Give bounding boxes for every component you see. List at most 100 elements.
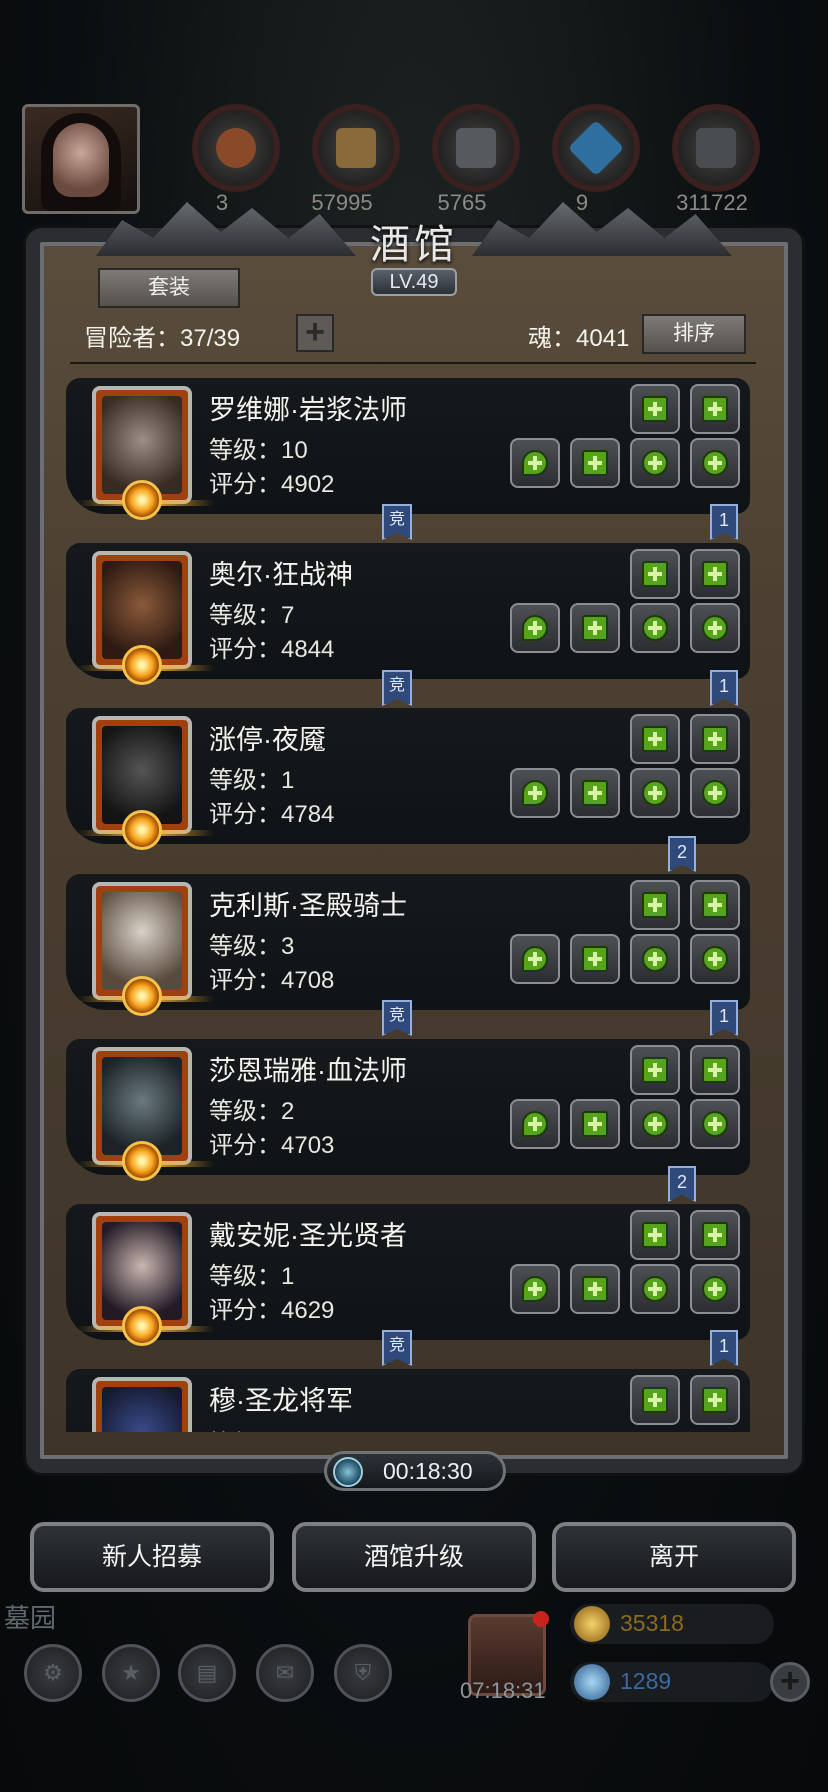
gold-coin-icon xyxy=(574,1606,610,1642)
weapon-slot-plus-icon[interactable] xyxy=(510,934,560,984)
hero-score: 评分：4902 xyxy=(209,471,335,498)
rank-tag: 1 xyxy=(710,504,738,540)
divider xyxy=(70,362,756,364)
hero-name: 穆·圣龙将军 xyxy=(209,1386,353,1416)
suit-button[interactable]: 套装 xyxy=(98,268,240,308)
hero-card[interactable]: 克利斯·圣殿骑士 等级：3 评分：4708 xyxy=(66,874,750,1016)
hero-score: 评分：4708 xyxy=(209,967,335,994)
armor-slot-plus-icon[interactable] xyxy=(570,768,620,818)
gold-counter: 35318 xyxy=(570,1604,774,1644)
ring-slot-plus-icon[interactable] xyxy=(630,1099,680,1149)
arena-tag: 竞 xyxy=(382,670,412,706)
hero-card[interactable]: 奥尔·狂战神 等级：7 评分：4844 xyxy=(66,543,750,685)
weapon-slot-plus-icon[interactable] xyxy=(510,1264,560,1314)
ring-slot-plus-icon[interactable] xyxy=(690,1264,740,1314)
hero-list[interactable]: 罗维娜·岩浆法师 等级：10 评分：4902 竞 1 奥尔·狂战神 等级：7 评… xyxy=(66,378,752,1432)
ring-slot-plus-icon[interactable] xyxy=(690,438,740,488)
armor-slot-plus-icon[interactable] xyxy=(570,1099,620,1149)
weapon-slot-plus-icon[interactable] xyxy=(510,768,560,818)
ring-slot-plus-icon[interactable] xyxy=(690,603,740,653)
meat-resource-icon[interactable] xyxy=(192,104,280,192)
equip-slot-plus-icon[interactable] xyxy=(630,384,680,434)
armor-slot-plus-icon[interactable] xyxy=(570,603,620,653)
hero-name: 戴安妮·圣光贤者 xyxy=(209,1221,407,1251)
hero-card[interactable]: 罗维娜·岩浆法师 等级：10 评分：4902 xyxy=(66,378,750,520)
hero-avatar[interactable] xyxy=(78,882,214,1016)
ring-slot-plus-icon[interactable] xyxy=(630,1264,680,1314)
equip-slot-plus-icon[interactable] xyxy=(630,714,680,764)
arena-tag: 竞 xyxy=(382,504,412,540)
hero-level: 等级：1 xyxy=(209,767,295,794)
portrait-face xyxy=(53,123,109,197)
equip-slot-plus-icon[interactable] xyxy=(690,549,740,599)
rank-tag: 1 xyxy=(710,670,738,706)
leave-button[interactable]: 离开 xyxy=(552,1522,796,1592)
weapon-slot-plus-icon[interactable] xyxy=(510,1099,560,1149)
upgrade-tavern-button[interactable]: 酒馆升级 xyxy=(292,1522,536,1592)
hero-card[interactable]: 涨停·夜魇 等级：1 评分：4784 xyxy=(66,708,750,850)
player-portrait[interactable] xyxy=(22,104,140,214)
hero-card[interactable]: 莎恩瑞雅·血法师 等级：2 评分：4703 xyxy=(66,1039,750,1181)
hero-score: 评分：4629 xyxy=(209,1297,335,1324)
refresh-timer: 00:18:30 xyxy=(324,1451,506,1491)
equip-slot-plus-icon[interactable] xyxy=(690,384,740,434)
hero-avatar[interactable] xyxy=(78,1212,214,1346)
ring-slot-plus-icon[interactable] xyxy=(630,768,680,818)
ring-slot-plus-icon[interactable] xyxy=(630,603,680,653)
hero-score: 评分：4844 xyxy=(209,636,335,663)
iron-resource-icon[interactable] xyxy=(432,104,520,192)
equip-slot-plus-icon[interactable] xyxy=(630,1045,680,1095)
settings-gear-icon[interactable]: ⚙ xyxy=(24,1644,82,1702)
equip-slot-plus-icon[interactable] xyxy=(690,714,740,764)
ring-slot-plus-icon[interactable] xyxy=(690,934,740,984)
ring-slot-plus-icon[interactable] xyxy=(630,438,680,488)
ore-resource-icon[interactable] xyxy=(672,104,760,192)
star-emblem-icon xyxy=(122,1141,162,1181)
adventurer-count: 冒险者：37/39 xyxy=(84,325,241,352)
add-adventurer-slot-button[interactable]: + xyxy=(296,314,334,352)
hero-card[interactable]: 戴安妮·圣光贤者 等级：1 评分：4629 xyxy=(66,1204,750,1346)
hero-avatar[interactable] xyxy=(78,551,214,685)
hero-level: 等级：1 xyxy=(209,1263,295,1290)
wood-resource-icon[interactable] xyxy=(312,104,400,192)
armor-slot-plus-icon[interactable] xyxy=(570,934,620,984)
game-screen: 3 57995 5765 9 311722 酒馆 LV.49 套装 冒险者：37… xyxy=(0,0,828,1792)
equip-slot-plus-icon[interactable] xyxy=(630,1210,680,1260)
hero-name: 罗维娜·岩浆法师 xyxy=(209,395,407,425)
star-menu-icon[interactable]: ★ xyxy=(102,1644,160,1702)
armor-slot-plus-icon[interactable] xyxy=(570,1264,620,1314)
soul-count: 魂：4041 xyxy=(528,325,630,352)
shop-icon[interactable]: ⛨ xyxy=(334,1644,392,1702)
timer-value: 00:18:30 xyxy=(383,1458,473,1484)
recruit-button[interactable]: 新人招募 xyxy=(30,1522,274,1592)
equip-slot-plus-icon[interactable] xyxy=(690,1045,740,1095)
crystal-resource-icon[interactable] xyxy=(552,104,640,192)
ring-slot-plus-icon[interactable] xyxy=(690,1099,740,1149)
notification-dot xyxy=(533,1611,549,1627)
equip-slot-plus-icon[interactable] xyxy=(630,880,680,930)
hero-level: 等级：10 xyxy=(209,437,308,464)
equip-slot-plus-icon[interactable] xyxy=(630,1375,680,1425)
equip-slot-plus-icon[interactable] xyxy=(690,880,740,930)
equip-slot-plus-icon[interactable] xyxy=(630,549,680,599)
star-emblem-icon xyxy=(122,810,162,850)
hero-avatar[interactable] xyxy=(78,386,214,520)
ring-slot-plus-icon[interactable] xyxy=(690,768,740,818)
add-currency-button[interactable]: + xyxy=(770,1662,810,1702)
clock-icon xyxy=(333,1457,363,1487)
sort-button[interactable]: 排序 xyxy=(642,314,746,354)
equip-slot-plus-icon[interactable] xyxy=(690,1375,740,1425)
equip-slot-plus-icon[interactable] xyxy=(690,1210,740,1260)
weapon-slot-plus-icon[interactable] xyxy=(510,603,560,653)
mail-icon[interactable]: ✉ xyxy=(256,1644,314,1702)
hero-avatar[interactable] xyxy=(92,1377,192,1432)
hero-avatar[interactable] xyxy=(78,716,214,850)
scroll-menu-icon[interactable]: ▤ xyxy=(178,1644,236,1702)
hero-card[interactable]: 穆·圣龙将军 等级 xyxy=(66,1369,750,1432)
ring-slot-plus-icon[interactable] xyxy=(630,934,680,984)
hero-avatar[interactable] xyxy=(78,1047,214,1181)
star-emblem-icon xyxy=(122,976,162,1016)
weapon-slot-plus-icon[interactable] xyxy=(510,438,560,488)
gold-value: 35318 xyxy=(620,1610,684,1636)
armor-slot-plus-icon[interactable] xyxy=(570,438,620,488)
